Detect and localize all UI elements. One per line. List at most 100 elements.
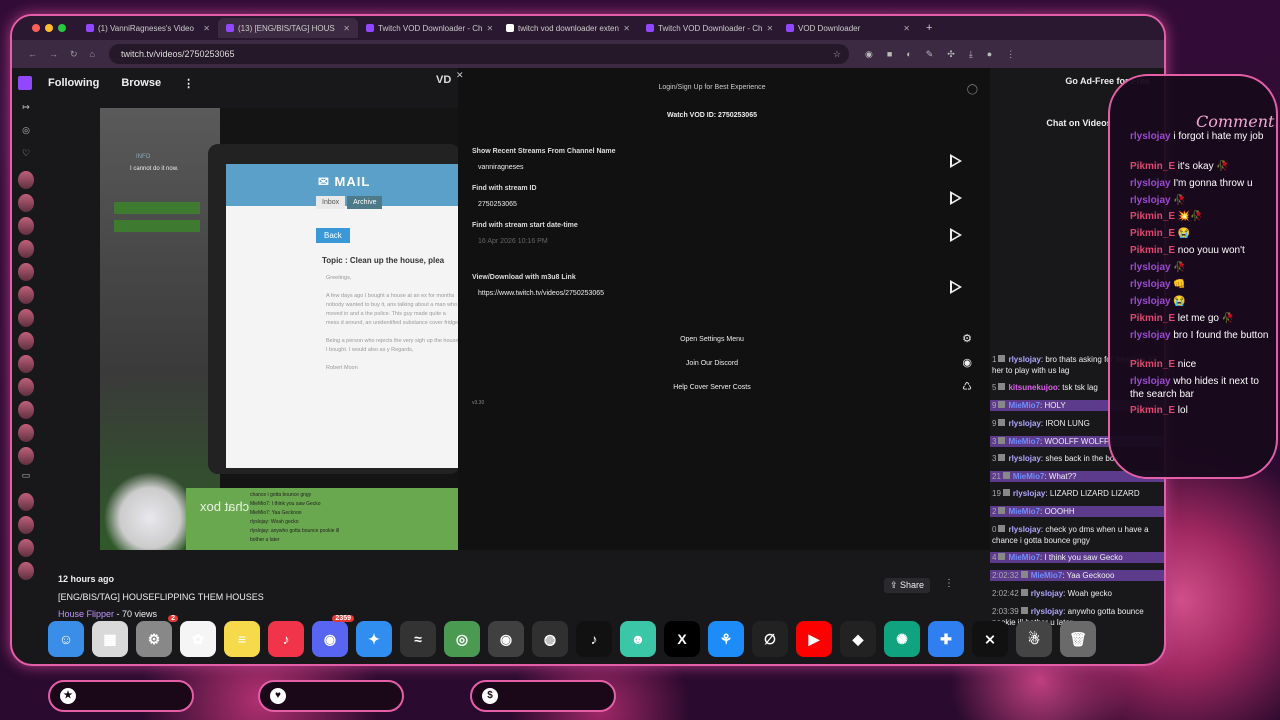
tiktok-icon[interactable]: ♪ [576, 621, 612, 657]
chatgpt-icon[interactable]: ✺ [884, 621, 920, 657]
tab-close-icon[interactable]: ✕ [203, 24, 210, 33]
bluesky-icon[interactable]: ⚘ [708, 621, 744, 657]
forward-arrow-icon[interactable]: → [49, 49, 58, 60]
extension-icon[interactable]: ■ [887, 49, 892, 60]
tab[interactable]: Twitch VOD Downloader - Ch ✕ [358, 18, 498, 38]
no-entry-icon[interactable]: ∅ [752, 621, 788, 657]
chat-timestamp[interactable]: 4 [992, 553, 996, 562]
channel-avatar[interactable] [18, 516, 34, 534]
chat-timestamp[interactable]: 3 [992, 437, 996, 446]
chat-username[interactable]: MieMio7 [1031, 571, 1063, 580]
channel-avatar[interactable] [18, 447, 34, 465]
user-icon[interactable]: ◯ [967, 84, 978, 95]
channel-input[interactable]: vanniragneses [478, 164, 972, 171]
channel-avatar[interactable] [18, 424, 34, 442]
chat-username[interactable]: rlyslojay [1008, 355, 1040, 364]
trash-icon[interactable]: 🗑 [1060, 621, 1096, 657]
channel-avatar[interactable] [18, 401, 34, 419]
channel-avatar[interactable] [18, 194, 34, 212]
video-player[interactable]: INFO I cannot do it now. ✉ MAIL Inbox Ar… [100, 108, 460, 550]
tab[interactable]: (13) [ENG/BIS/TAG] HOUS ✕ [218, 18, 358, 38]
notes-icon[interactable]: ≡ [224, 621, 260, 657]
discord-alt-icon[interactable]: ◉ [488, 621, 524, 657]
login-link[interactable]: Login/Sign Up for Best Experience [458, 84, 966, 91]
heart-icon[interactable]: ♡ [18, 148, 34, 166]
plus-app-icon[interactable]: ✚ [928, 621, 964, 657]
zoom-window-button[interactable] [58, 24, 66, 32]
photos-icon[interactable]: ✿ [180, 621, 216, 657]
tab[interactable]: twitch vod downloader exten ✕ [498, 18, 638, 38]
nav-browse[interactable]: Browse [121, 77, 161, 89]
settings-link[interactable]: Open Settings Menu [458, 336, 966, 343]
chat-timestamp[interactable]: 2:02:42 [992, 589, 1019, 598]
system-settings-icon[interactable]: ⚙ 2 [136, 615, 178, 657]
chat-username[interactable]: rlyslojay [1031, 589, 1063, 598]
chat-username[interactable]: MieMio7 [1008, 401, 1040, 410]
capcut-icon[interactable]: ⨯ [972, 621, 1008, 657]
nav-following[interactable]: Following [48, 77, 99, 89]
chat-username[interactable]: rlyslojay [1008, 525, 1040, 534]
chat-username[interactable]: kitsunekujoo [1008, 383, 1057, 392]
more-icon[interactable]: ⋮ [183, 77, 194, 90]
channel-avatar[interactable] [18, 171, 34, 189]
channel-avatar[interactable] [18, 378, 34, 396]
channel-avatar[interactable] [18, 286, 34, 304]
safari-icon[interactable]: ✦ [356, 621, 392, 657]
tab[interactable]: (1) VanniRagneses's Video ✕ [78, 18, 218, 38]
back-arrow-icon[interactable]: ← [28, 49, 37, 60]
chat-username[interactable]: rlyslojay [1008, 419, 1040, 428]
tab[interactable]: Twitch VOD Downloader - Ch ✕ [638, 18, 778, 38]
x-icon[interactable]: X [664, 621, 700, 657]
chrome-icon[interactable]: ◎ [444, 621, 480, 657]
music-icon[interactable]: ♪ [268, 621, 304, 657]
chat-timestamp[interactable]: 0 [992, 525, 996, 534]
play-icon[interactable] [950, 154, 962, 168]
chat-username[interactable]: MieMio7 [1008, 507, 1040, 516]
character-b-icon[interactable]: ☃ [1016, 621, 1052, 657]
channel-avatar[interactable] [18, 332, 34, 350]
gear-icon[interactable]: ⚙ [962, 332, 972, 345]
obs-icon[interactable]: ◍ [532, 621, 568, 657]
url-bar[interactable]: twitch.tv/videos/2750253065 ☆ [108, 44, 849, 64]
extension-icon[interactable]: ✎ [926, 49, 934, 60]
reload-icon[interactable]: ↻ [70, 49, 78, 60]
channel-avatar[interactable] [18, 217, 34, 235]
youtube-icon[interactable]: ▶ [796, 621, 832, 657]
play-icon[interactable] [950, 228, 962, 242]
channel-avatar[interactable] [18, 263, 34, 281]
new-tab-button[interactable]: + [926, 22, 932, 34]
chat-timestamp[interactable]: 9 [992, 401, 996, 410]
chat-username[interactable]: MieMio7 [1008, 553, 1040, 562]
tab-close-icon[interactable]: ✕ [623, 24, 630, 33]
minimize-window-button[interactable] [45, 24, 53, 32]
vd-logo[interactable]: VD [436, 74, 451, 86]
close-icon[interactable]: ✕ [456, 70, 464, 81]
m3u8-input[interactable]: https://www.twitch.tv/videos/2750253065 [478, 290, 972, 297]
roblox-icon[interactable]: ◆ [840, 621, 876, 657]
share-button[interactable]: ⇪ Share [884, 578, 931, 593]
camera-icon[interactable]: ▭ [18, 470, 34, 488]
profile-icon[interactable]: ● [987, 49, 992, 60]
target-icon[interactable]: ◎ [18, 125, 34, 143]
discord-link[interactable]: Join Our Discord [458, 360, 966, 367]
channel-avatar[interactable] [18, 493, 34, 511]
tab-close-icon[interactable]: ✕ [903, 24, 910, 33]
channel-avatar[interactable] [18, 539, 34, 557]
play-icon[interactable] [950, 280, 962, 294]
channel-avatar[interactable] [18, 309, 34, 327]
channel-avatar[interactable] [18, 240, 34, 258]
launchpad-icon[interactable]: ▦ [92, 621, 128, 657]
chat-username[interactable]: MieMio7 [1013, 472, 1045, 481]
discord-icon[interactable]: ◉ 2359 [312, 615, 354, 657]
chat-username[interactable]: rlyslojay [1008, 454, 1040, 463]
play-icon[interactable] [950, 191, 962, 205]
discord-icon[interactable]: ◉ [962, 356, 972, 369]
home-icon[interactable]: ⌂ [90, 49, 95, 60]
chat-timestamp[interactable]: 3 [992, 454, 996, 463]
tab-close-icon[interactable]: ✕ [343, 24, 350, 33]
chat-timestamp[interactable]: 19 [992, 489, 1001, 498]
channel-avatar[interactable] [18, 355, 34, 373]
chat-timestamp[interactable]: 5 [992, 383, 996, 392]
close-window-button[interactable] [32, 24, 40, 32]
chat-timestamp[interactable]: 2 [992, 507, 996, 516]
